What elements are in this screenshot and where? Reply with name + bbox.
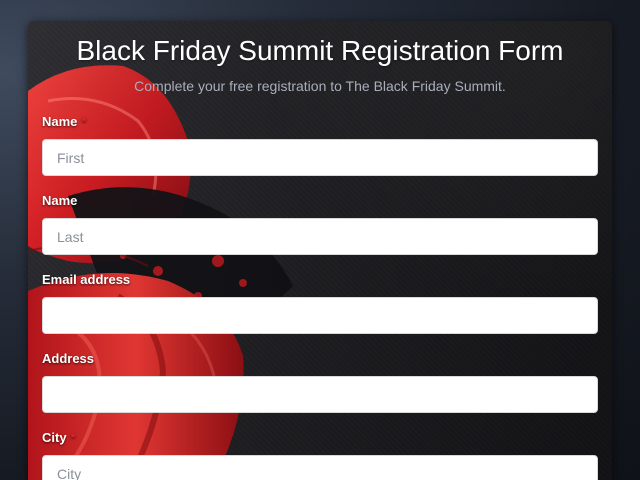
form-subtitle: Complete your free registration to The B…	[134, 78, 506, 94]
last-name-label: Name	[42, 193, 77, 208]
city-input[interactable]	[42, 455, 598, 480]
first-name-label: Name *	[42, 114, 86, 129]
address-label-text: Address	[42, 351, 95, 366]
address-input[interactable]	[42, 376, 598, 413]
required-marker: *	[70, 430, 76, 445]
last-name-label-text: Name	[42, 193, 78, 208]
form-content: Black Friday Summit Registration Form Co…	[28, 21, 612, 480]
first-name-label-text: Name	[42, 114, 78, 129]
last-name-input[interactable]	[42, 218, 598, 255]
first-name-input[interactable]	[42, 139, 598, 176]
city-label-text: City	[42, 430, 67, 445]
city-label: City *	[42, 430, 76, 445]
required-marker: *	[81, 114, 87, 129]
address-label: Address	[42, 351, 94, 366]
registration-form-card: Black Friday Summit Registration Form Co…	[28, 21, 612, 480]
form-title: Black Friday Summit Registration Form	[76, 35, 564, 66]
email-label-text: Email address	[42, 272, 131, 287]
email-input[interactable]	[42, 297, 598, 334]
email-label: Email address	[42, 272, 130, 287]
